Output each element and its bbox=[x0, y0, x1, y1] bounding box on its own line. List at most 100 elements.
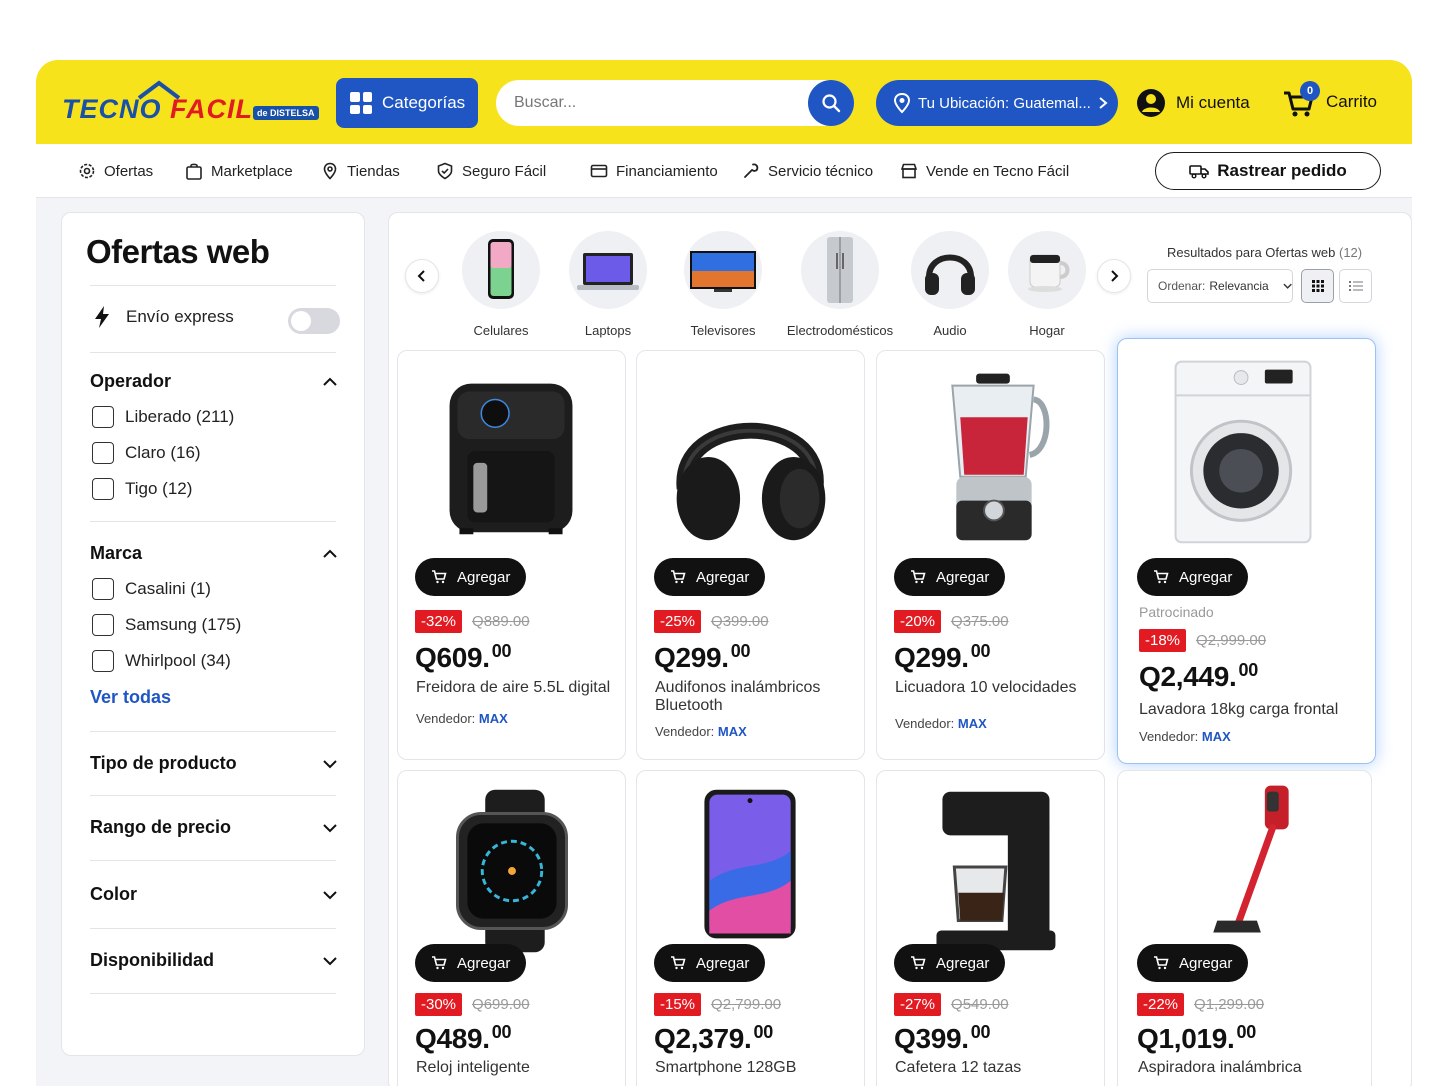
divider bbox=[90, 521, 336, 522]
stick-vacuum-image bbox=[1213, 785, 1289, 933]
add-to-cart-button[interactable]: Agregar bbox=[654, 558, 766, 596]
option-label: Tigo (12) bbox=[125, 479, 193, 498]
pin-icon bbox=[893, 92, 911, 114]
cart-link[interactable]: 0 Carrito bbox=[1282, 81, 1377, 122]
list-view-icon bbox=[1348, 281, 1363, 291]
category-audio[interactable]: Audio bbox=[895, 231, 1005, 338]
filter-option-tigo[interactable]: Tigo (12) bbox=[92, 478, 192, 500]
option-label: Liberado (211) bbox=[125, 407, 235, 426]
product-name[interactable]: Licuadora 10 velocidades bbox=[895, 679, 1095, 697]
product-name[interactable]: Freidora de aire 5.5L digital bbox=[416, 679, 616, 697]
account-label: Mi cuenta bbox=[1176, 93, 1250, 112]
product-card[interactable]: Agregar -20% Q375.00 Q299. 00 Licuadora 1… bbox=[876, 350, 1105, 760]
search-input[interactable] bbox=[514, 80, 794, 126]
cart-icon bbox=[432, 570, 447, 584]
wrench-icon bbox=[744, 163, 759, 178]
nav-item-tiendas[interactable]: Tiendas bbox=[321, 160, 400, 182]
cart-icon bbox=[1154, 956, 1169, 970]
filter-option-whirlpool[interactable]: Whirlpool (34) bbox=[92, 650, 231, 672]
nav-label: Servicio técnico bbox=[768, 162, 874, 180]
product-name[interactable]: Audifonos inalámbricos Bluetooth bbox=[655, 679, 855, 715]
product-card[interactable]: Agregar -25% Q399.00 Q299. 00 Audifonos i… bbox=[636, 350, 865, 760]
add-to-cart-button[interactable]: Agregar bbox=[654, 944, 766, 982]
account-link[interactable]: Mi cuenta bbox=[1136, 86, 1250, 120]
chevron-down-icon bbox=[323, 759, 337, 768]
sort-select[interactable]: Ordenar: Relevancia bbox=[1147, 269, 1293, 303]
price: Q299. 00 bbox=[654, 641, 751, 673]
product-name[interactable]: Cafetera 12 tazas bbox=[895, 1059, 1095, 1077]
list-view-button[interactable] bbox=[1339, 269, 1372, 303]
discount-badge: -27% bbox=[894, 993, 942, 1016]
add-to-cart-button[interactable]: Agregar bbox=[1137, 944, 1249, 982]
checkbox[interactable] bbox=[92, 650, 114, 672]
add-to-cart-button[interactable]: Agregar bbox=[415, 558, 527, 596]
filter-header-color[interactable]: Color bbox=[90, 884, 338, 905]
cart-icon bbox=[911, 570, 926, 584]
grid-view-button[interactable] bbox=[1301, 269, 1334, 303]
product-card-sponsored[interactable]: Agregar Patrocinado -18% Q2,999.00 Q2,44… bbox=[1117, 338, 1376, 764]
mug-icon bbox=[1028, 254, 1070, 292]
category-laptops[interactable]: Laptops bbox=[553, 231, 663, 338]
filter-header-marca[interactable]: Marca bbox=[90, 543, 338, 564]
add-to-cart-button[interactable]: Agregar bbox=[1137, 558, 1249, 596]
track-order-button[interactable]: Rastrear pedido bbox=[1155, 152, 1381, 190]
nav-item-servicio[interactable]: Servicio técnico bbox=[742, 160, 873, 182]
category-electrodomesticos[interactable]: Electrodomésticos bbox=[785, 231, 895, 338]
nav-label: Seguro Fácil bbox=[462, 162, 547, 180]
divider bbox=[90, 860, 336, 861]
grid-view-icon bbox=[1311, 280, 1324, 292]
filter-option-claro[interactable]: Claro (16) bbox=[92, 442, 201, 464]
add-to-cart-button[interactable]: Agregar bbox=[894, 558, 1006, 596]
filter-title: Operador bbox=[90, 371, 172, 391]
product-card[interactable]: Agregar -27% Q549.00 Q399. 00 Cafetera 12… bbox=[876, 770, 1105, 1086]
header-bar: TECNO FACIL de DISTELSA Categorías Tu Ub… bbox=[36, 60, 1412, 144]
card-icon bbox=[590, 164, 608, 178]
product-card[interactable]: Agregar -22% Q1,299.00 Q1,019. 00 Aspirad… bbox=[1117, 770, 1372, 1086]
add-to-cart-button[interactable]: Agregar bbox=[415, 944, 527, 982]
checkbox[interactable] bbox=[92, 614, 114, 636]
filter-option-liberado[interactable]: Liberado (211) bbox=[92, 406, 234, 428]
product-card[interactable]: Agregar -15% Q2,799.00 Q2,379. 00 Smartph… bbox=[636, 770, 865, 1086]
smartphone-image bbox=[704, 789, 796, 939]
filter-option-casalini[interactable]: Casalini (1) bbox=[92, 578, 211, 600]
filter-header-operador[interactable]: Operador bbox=[90, 371, 338, 392]
brand-logo[interactable]: TECNO FACIL de DISTELSA bbox=[62, 80, 322, 124]
filter-option-samsung[interactable]: Samsung (175) bbox=[92, 614, 241, 636]
category-televisores[interactable]: Televisores bbox=[668, 231, 778, 338]
secondary-nav: Ofertas Marketplace Tiendas Seguro Fácil… bbox=[36, 144, 1412, 198]
product-name[interactable]: Reloj inteligente bbox=[416, 1059, 616, 1077]
coffee-maker-image bbox=[936, 791, 1056, 951]
category-celulares[interactable]: Celulares bbox=[446, 231, 556, 338]
product-name[interactable]: Smartphone 128GB bbox=[655, 1059, 855, 1077]
nav-item-ofertas[interactable]: Ofertas bbox=[78, 160, 153, 182]
filter-header-disponibilidad[interactable]: Disponibilidad bbox=[90, 950, 338, 971]
location-button[interactable]: Tu Ubicación: Guatemal... bbox=[876, 80, 1118, 126]
filter-header-tipo[interactable]: Tipo de producto bbox=[90, 753, 338, 774]
product-card[interactable]: Agregar -30% Q699.00 Q489. 00 Reloj intel… bbox=[397, 770, 626, 1086]
checkbox[interactable] bbox=[92, 406, 114, 428]
product-name[interactable]: Aspiradora inalámbrica bbox=[1138, 1059, 1358, 1077]
product-card[interactable]: Agregar -32% Q889.00 Q609. 00 Freidora de… bbox=[397, 350, 626, 760]
carousel-prev-button[interactable] bbox=[405, 259, 439, 293]
phone-icon bbox=[488, 239, 514, 299]
express-toggle[interactable] bbox=[288, 308, 340, 334]
nav-item-marketplace[interactable]: Marketplace bbox=[185, 160, 293, 182]
checkbox[interactable] bbox=[92, 478, 114, 500]
see-all-brands-link[interactable]: Ver todas bbox=[90, 687, 171, 708]
search-button[interactable] bbox=[808, 80, 854, 126]
add-to-cart-button[interactable]: Agregar bbox=[894, 944, 1006, 982]
headphones-image bbox=[676, 422, 826, 541]
nav-item-vende[interactable]: Vende en Tecno Fácil bbox=[900, 160, 1069, 182]
product-name[interactable]: Lavadora 18kg carga frontal bbox=[1139, 701, 1364, 719]
checkbox[interactable] bbox=[92, 578, 114, 600]
sort-value: Relevancia bbox=[1209, 279, 1269, 293]
cart-icon bbox=[911, 956, 926, 970]
carousel-next-button[interactable] bbox=[1097, 259, 1131, 293]
category-hogar[interactable]: Hogar bbox=[992, 231, 1102, 338]
filter-header-precio[interactable]: Rango de precio bbox=[90, 817, 338, 838]
checkbox[interactable] bbox=[92, 442, 114, 464]
nav-item-financiamiento[interactable]: Financiamiento bbox=[590, 160, 718, 182]
nav-item-seguro[interactable]: Seguro Fácil bbox=[436, 160, 546, 182]
categories-button[interactable]: Categorías bbox=[336, 78, 478, 128]
nav-label: Vende en Tecno Fácil bbox=[926, 162, 1070, 180]
